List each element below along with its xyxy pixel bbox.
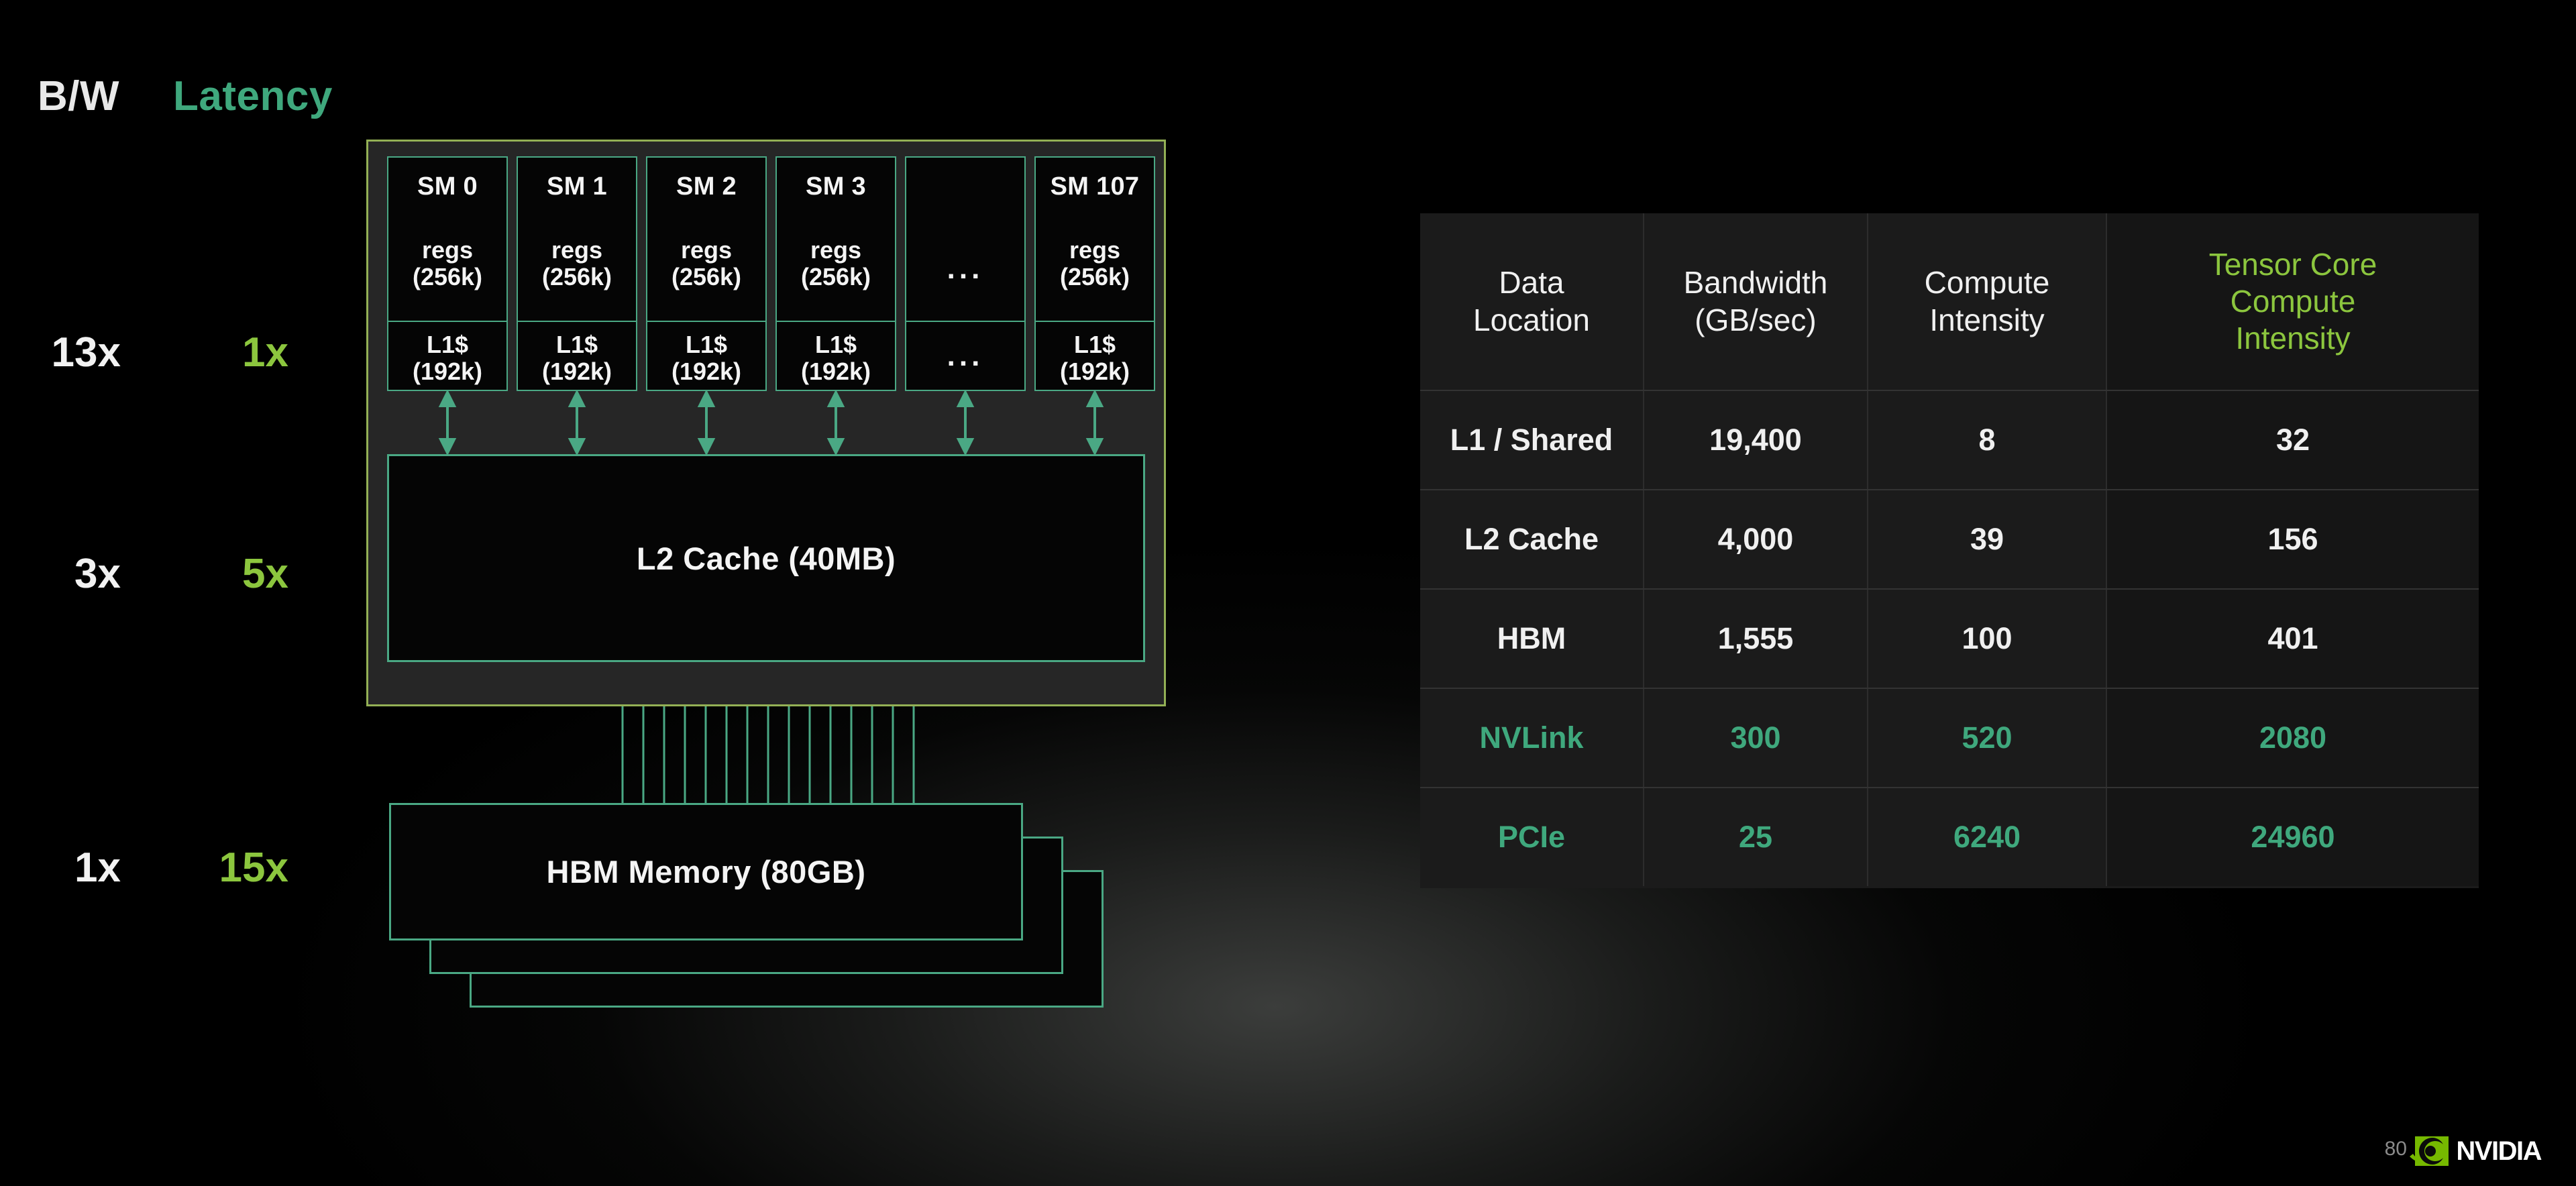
sm-registers-label: regs (256k): [541, 236, 612, 291]
sm-block-ellipsis: ... ...: [905, 156, 1026, 391]
cell-bandwidth: 1,555: [1643, 590, 1867, 688]
cell-tensor-core-compute-intensity: 401: [2106, 590, 2479, 688]
bandwidth-ratio-l2: 3x: [74, 551, 121, 597]
sm-l1-cache-label: L1$ (192k): [412, 331, 483, 386]
hbm-stack-layer-front: HBM Memory (80GB): [389, 803, 1023, 940]
latency-legend-header: Latency: [173, 73, 333, 119]
ellipsis-icon: ...: [947, 339, 984, 372]
sm-lower: L1$ (192k): [388, 322, 506, 390]
header-tensor-core-compute-intensity: Tensor Core Compute Intensity: [2106, 213, 2479, 390]
latency-ratio-hbm: 15x: [219, 845, 288, 891]
l2-cache-block: L2 Cache (40MB): [387, 454, 1145, 662]
l2-cache-label: L2 Cache (40MB): [636, 540, 896, 576]
sm-registers-label: regs (256k): [412, 236, 483, 291]
cell-data-location: L2 Cache: [1464, 522, 1599, 556]
sm-title: SM 1: [547, 172, 607, 201]
cell-tensor-core-compute-intensity: 24960: [2106, 788, 2479, 886]
sm-lower: L1$ (192k): [647, 322, 765, 390]
table-row: L1 / Shared 19,400 8 32: [1420, 390, 2479, 489]
header-data-location: Data Location: [1473, 265, 1590, 337]
sm-title: SM 0: [417, 172, 478, 201]
sm-lower: ...: [906, 322, 1024, 390]
sm-to-l2-arrows: [438, 391, 1104, 454]
nvidia-eye-icon: [2410, 1136, 2449, 1166]
table-header-row: Data Location Bandwidth (GB/sec) Compute…: [1420, 213, 2479, 390]
gpu-container: SM 0 regs (256k) L1$ (192k) SM 1 regs (2…: [366, 140, 1166, 706]
sm-block: SM 0 regs (256k) L1$ (192k): [387, 156, 508, 391]
slide-number: 80: [2384, 1138, 2407, 1160]
sm-lower: L1$ (192k): [777, 322, 895, 390]
bandwidth-ratio-hbm: 1x: [74, 845, 121, 891]
sm-lower: L1$ (192k): [518, 322, 636, 390]
sm-upper: ...: [906, 158, 1024, 322]
header-bandwidth: Bandwidth (GB/sec): [1643, 213, 1867, 390]
nvidia-wordmark: NVIDIA: [2456, 1136, 2542, 1166]
sm-title: SM 3: [806, 172, 866, 201]
bandwidth-legend-header: B/W: [38, 73, 120, 119]
cell-compute-intensity: 6240: [1867, 788, 2106, 886]
memory-bus-lines: [621, 706, 915, 815]
sm-lower: L1$ (192k): [1036, 322, 1154, 390]
cell-bandwidth: 4,000: [1643, 490, 1867, 588]
cell-data-location: NVLink: [1479, 720, 1584, 755]
cell-data-location: L1 / Shared: [1450, 423, 1613, 457]
sm-upper: SM 3 regs (256k): [777, 158, 895, 322]
cell-compute-intensity: 520: [1867, 689, 2106, 787]
cell-compute-intensity: 100: [1867, 590, 2106, 688]
header-compute-intensity: Compute Intensity: [1867, 213, 2106, 390]
cell-compute-intensity: 8: [1867, 391, 2106, 489]
sm-upper: SM 2 regs (256k): [647, 158, 765, 322]
sm-registers-label: regs (256k): [671, 236, 742, 291]
table-row: L2 Cache 4,000 39 156: [1420, 489, 2479, 588]
sm-l1-cache-label: L1$ (192k): [1059, 331, 1130, 386]
sm-registers-label: regs (256k): [800, 236, 871, 291]
cell-bandwidth: 25: [1643, 788, 1867, 886]
sm-l1-cache-label: L1$ (192k): [671, 331, 742, 386]
ellipsis-icon: ...: [947, 252, 984, 285]
cell-compute-intensity: 39: [1867, 490, 2106, 588]
cell-data-location: PCIe: [1497, 820, 1566, 854]
sm-title: SM 107: [1050, 172, 1140, 201]
hbm-memory-label: HBM Memory (80GB): [546, 854, 866, 889]
table-row: NVLink 300 520 2080: [1420, 688, 2479, 787]
sm-block: SM 107 regs (256k) L1$ (192k): [1034, 156, 1155, 391]
memory-metrics-table: Data Location Bandwidth (GB/sec) Compute…: [1420, 213, 2479, 888]
cell-bandwidth: 19,400: [1643, 391, 1867, 489]
cell-tensor-core-compute-intensity: 32: [2106, 391, 2479, 489]
table-row: PCIe 25 6240 24960: [1420, 787, 2479, 886]
cell-tensor-core-compute-intensity: 156: [2106, 490, 2479, 588]
sm-registers-label: regs (256k): [1059, 236, 1130, 291]
table-row: HBM 1,555 100 401: [1420, 588, 2479, 688]
cell-bandwidth: 300: [1643, 689, 1867, 787]
sm-upper: SM 0 regs (256k): [388, 158, 506, 322]
sm-title: SM 2: [676, 172, 737, 201]
latency-ratio-l1: 1x: [242, 329, 288, 376]
sm-l1-cache-label: L1$ (192k): [541, 331, 612, 386]
sm-upper: SM 1 regs (256k): [518, 158, 636, 322]
cell-tensor-core-compute-intensity: 2080: [2106, 689, 2479, 787]
hbm-memory-stack: HBM Memory (80GB): [389, 803, 1167, 1008]
sm-block: SM 2 regs (256k) L1$ (192k): [646, 156, 767, 391]
sm-block: SM 1 regs (256k) L1$ (192k): [517, 156, 637, 391]
nvidia-logo: NVIDIA: [2410, 1136, 2542, 1166]
sm-l1-cache-label: L1$ (192k): [800, 331, 871, 386]
sm-block: SM 3 regs (256k) L1$ (192k): [775, 156, 896, 391]
cell-data-location: HBM: [1497, 621, 1566, 655]
bandwidth-ratio-l1: 13x: [51, 329, 121, 376]
sm-row: SM 0 regs (256k) L1$ (192k) SM 1 regs (2…: [387, 156, 1155, 391]
sm-upper: SM 107 regs (256k): [1036, 158, 1154, 322]
latency-ratio-l2: 5x: [242, 551, 288, 597]
